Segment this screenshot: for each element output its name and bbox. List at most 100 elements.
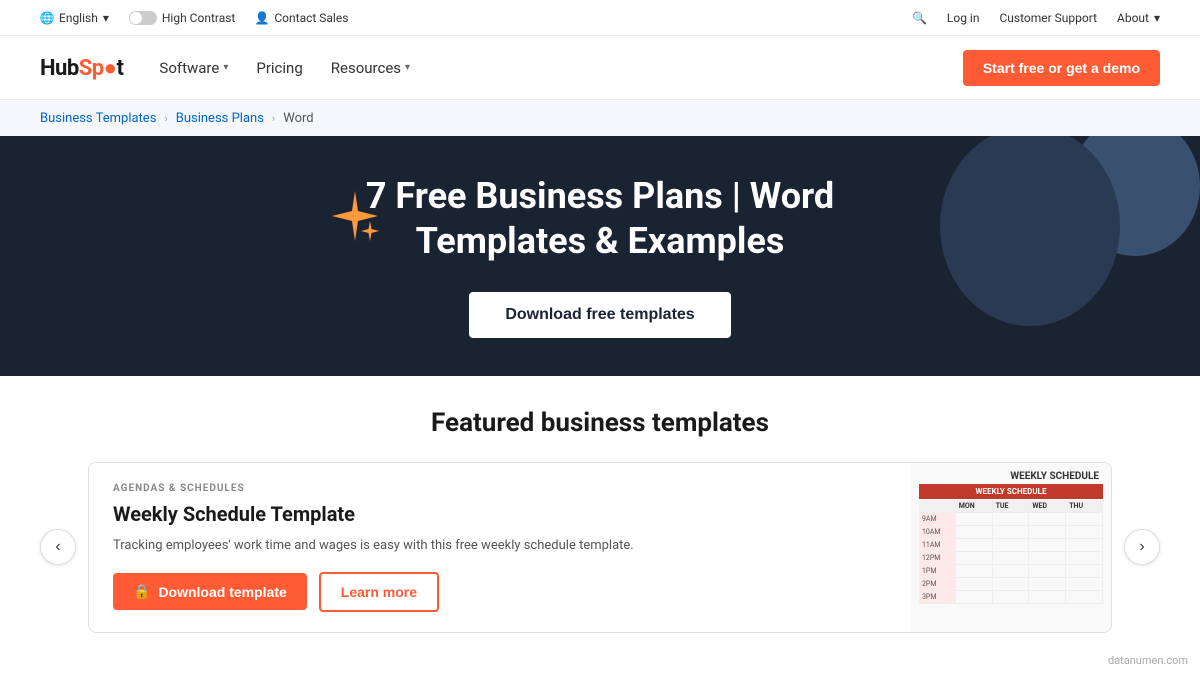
carousel-prev-button[interactable]: ‹ [40, 529, 76, 565]
sheet-cell [1029, 526, 1066, 538]
utility-left: 🌐 English ▾ High Contrast 👤 Contact Sale… [40, 11, 348, 25]
sheet-cell [956, 513, 993, 525]
sheet-cell: 3PM [919, 591, 956, 603]
logo-accent: Sp [79, 56, 104, 81]
chevron-down-icon: ▾ [405, 62, 410, 73]
hubspot-logo[interactable]: HubSp●t [40, 55, 123, 81]
sheet-row: 3PM [919, 591, 1103, 604]
learn-more-button[interactable]: Learn more [319, 572, 439, 612]
sheet-cell: MON [956, 500, 993, 512]
sheet-cell: 10AM [919, 526, 956, 538]
globe-icon: 🌐 [40, 11, 54, 25]
nav-pricing[interactable]: Pricing [256, 59, 302, 77]
sheet-cell [1066, 513, 1103, 525]
chevron-left-icon: ‹ [55, 538, 60, 556]
chevron-right-icon: › [1139, 538, 1144, 556]
sheet-cell [956, 552, 993, 564]
card-image: WEEKLY SCHEDULE WEEKLY SCHEDULE MON TUE … [911, 463, 1111, 632]
card-actions: 🔒 Download template Learn more [113, 572, 887, 612]
login-label: Log in [947, 11, 980, 25]
sheet-cell [993, 565, 1030, 577]
sheet-row: 2PM [919, 578, 1103, 591]
contact-sales-link[interactable]: 👤 Contact Sales [255, 11, 348, 25]
chevron-down-icon: ▾ [1154, 11, 1160, 25]
start-free-cta-button[interactable]: Start free or get a demo [963, 50, 1160, 86]
hero-download-cta-button[interactable]: Download free templates [469, 292, 730, 338]
sheet-cell [1029, 591, 1066, 603]
about-label: About [1117, 11, 1149, 25]
featured-section: Featured business templates ‹ AGENDAS & … [0, 376, 1200, 653]
main-nav: HubSp●t Software ▾ Pricing Resources ▾ S… [0, 36, 1200, 100]
sheet-header-label: WEEKLY SCHEDULE [919, 471, 1103, 482]
language-label: English [59, 11, 98, 25]
sheet-row: MON TUE WED THU [919, 500, 1103, 513]
toggle-switch[interactable] [129, 11, 157, 25]
carousel-next-button[interactable]: › [1124, 529, 1160, 565]
sheet-row: 12PM [919, 552, 1103, 565]
hero-decorative-circle-dark [940, 136, 1120, 326]
sheet-cell [1029, 539, 1066, 551]
download-template-button[interactable]: 🔒 Download template [113, 573, 307, 610]
sheet-cell [956, 539, 993, 551]
card-content: AGENDAS & SCHEDULES Weekly Schedule Temp… [89, 463, 911, 632]
search-button[interactable]: 🔍 [912, 11, 927, 25]
sheet-cell: TUE [993, 500, 1030, 512]
customer-support-link[interactable]: Customer Support [999, 11, 1097, 25]
chevron-down-icon: ▾ [223, 62, 228, 73]
sheet-cell [1066, 552, 1103, 564]
template-card: AGENDAS & SCHEDULES Weekly Schedule Temp… [88, 462, 1112, 633]
resources-label: Resources [331, 59, 401, 77]
software-label: Software [159, 59, 219, 77]
sheet-cell [993, 591, 1030, 603]
sheet-cell [1029, 513, 1066, 525]
sheet-cell: THU [1066, 500, 1103, 512]
sheet-row: 10AM [919, 526, 1103, 539]
chevron-down-icon: ▾ [103, 11, 109, 25]
user-icon: 👤 [255, 11, 269, 25]
sheet-cell [993, 526, 1030, 538]
sheet-cell [919, 500, 956, 512]
download-label: Download template [158, 584, 286, 600]
sheet-cell [1029, 578, 1066, 590]
sheet-cell: 9AM [919, 513, 956, 525]
sheet-cell [1066, 565, 1103, 577]
card-description: Tracking employees' work time and wages … [113, 536, 887, 556]
sheet-cell [1066, 591, 1103, 603]
sheet-title-row: WEEKLY SCHEDULE [919, 484, 1103, 499]
hero-title: 7 Free Business Plans | Word Templates &… [300, 174, 900, 264]
sheet-cell [993, 578, 1030, 590]
sheet-cell [1029, 565, 1066, 577]
utility-bar: 🌐 English ▾ High Contrast 👤 Contact Sale… [0, 0, 1200, 36]
sheet-cell [956, 565, 993, 577]
high-contrast-label: High Contrast [162, 11, 236, 25]
customer-support-label: Customer Support [999, 11, 1097, 25]
about-menu[interactable]: About ▾ [1117, 11, 1160, 25]
sheet-row: 1PM [919, 565, 1103, 578]
breadcrumb-separator-2: › [272, 112, 275, 125]
breadcrumb-templates-link[interactable]: Business Templates [40, 111, 156, 126]
language-selector[interactable]: 🌐 English ▾ [40, 11, 109, 25]
spreadsheet-preview: WEEKLY SCHEDULE WEEKLY SCHEDULE MON TUE … [911, 463, 1111, 632]
main-nav-links: Software ▾ Pricing Resources ▾ [159, 59, 410, 77]
sheet-cell [993, 552, 1030, 564]
login-link[interactable]: Log in [947, 11, 980, 25]
sheet-cell [1066, 539, 1103, 551]
nav-left: HubSp●t Software ▾ Pricing Resources ▾ [40, 55, 410, 81]
card-category: AGENDAS & SCHEDULES [113, 483, 887, 494]
breadcrumb: Business Templates › Business Plans › Wo… [0, 100, 1200, 136]
sheet-row: 9AM [919, 513, 1103, 526]
sheet-cell [1029, 552, 1066, 564]
nav-resources[interactable]: Resources ▾ [331, 59, 410, 77]
contact-sales-label: Contact Sales [274, 11, 348, 25]
breadcrumb-current: Word [283, 111, 313, 126]
nav-software[interactable]: Software ▾ [159, 59, 228, 77]
sheet-cell: 2PM [919, 578, 956, 590]
watermark: datanumen.com [1108, 654, 1188, 667]
sheet-cell [1066, 526, 1103, 538]
sheet-cell [993, 539, 1030, 551]
breadcrumb-plans-link[interactable]: Business Plans [176, 111, 264, 126]
sheet-cell: WED [1029, 500, 1066, 512]
breadcrumb-separator: › [164, 112, 167, 125]
sheet-cell [956, 526, 993, 538]
high-contrast-toggle[interactable]: High Contrast [129, 11, 236, 25]
